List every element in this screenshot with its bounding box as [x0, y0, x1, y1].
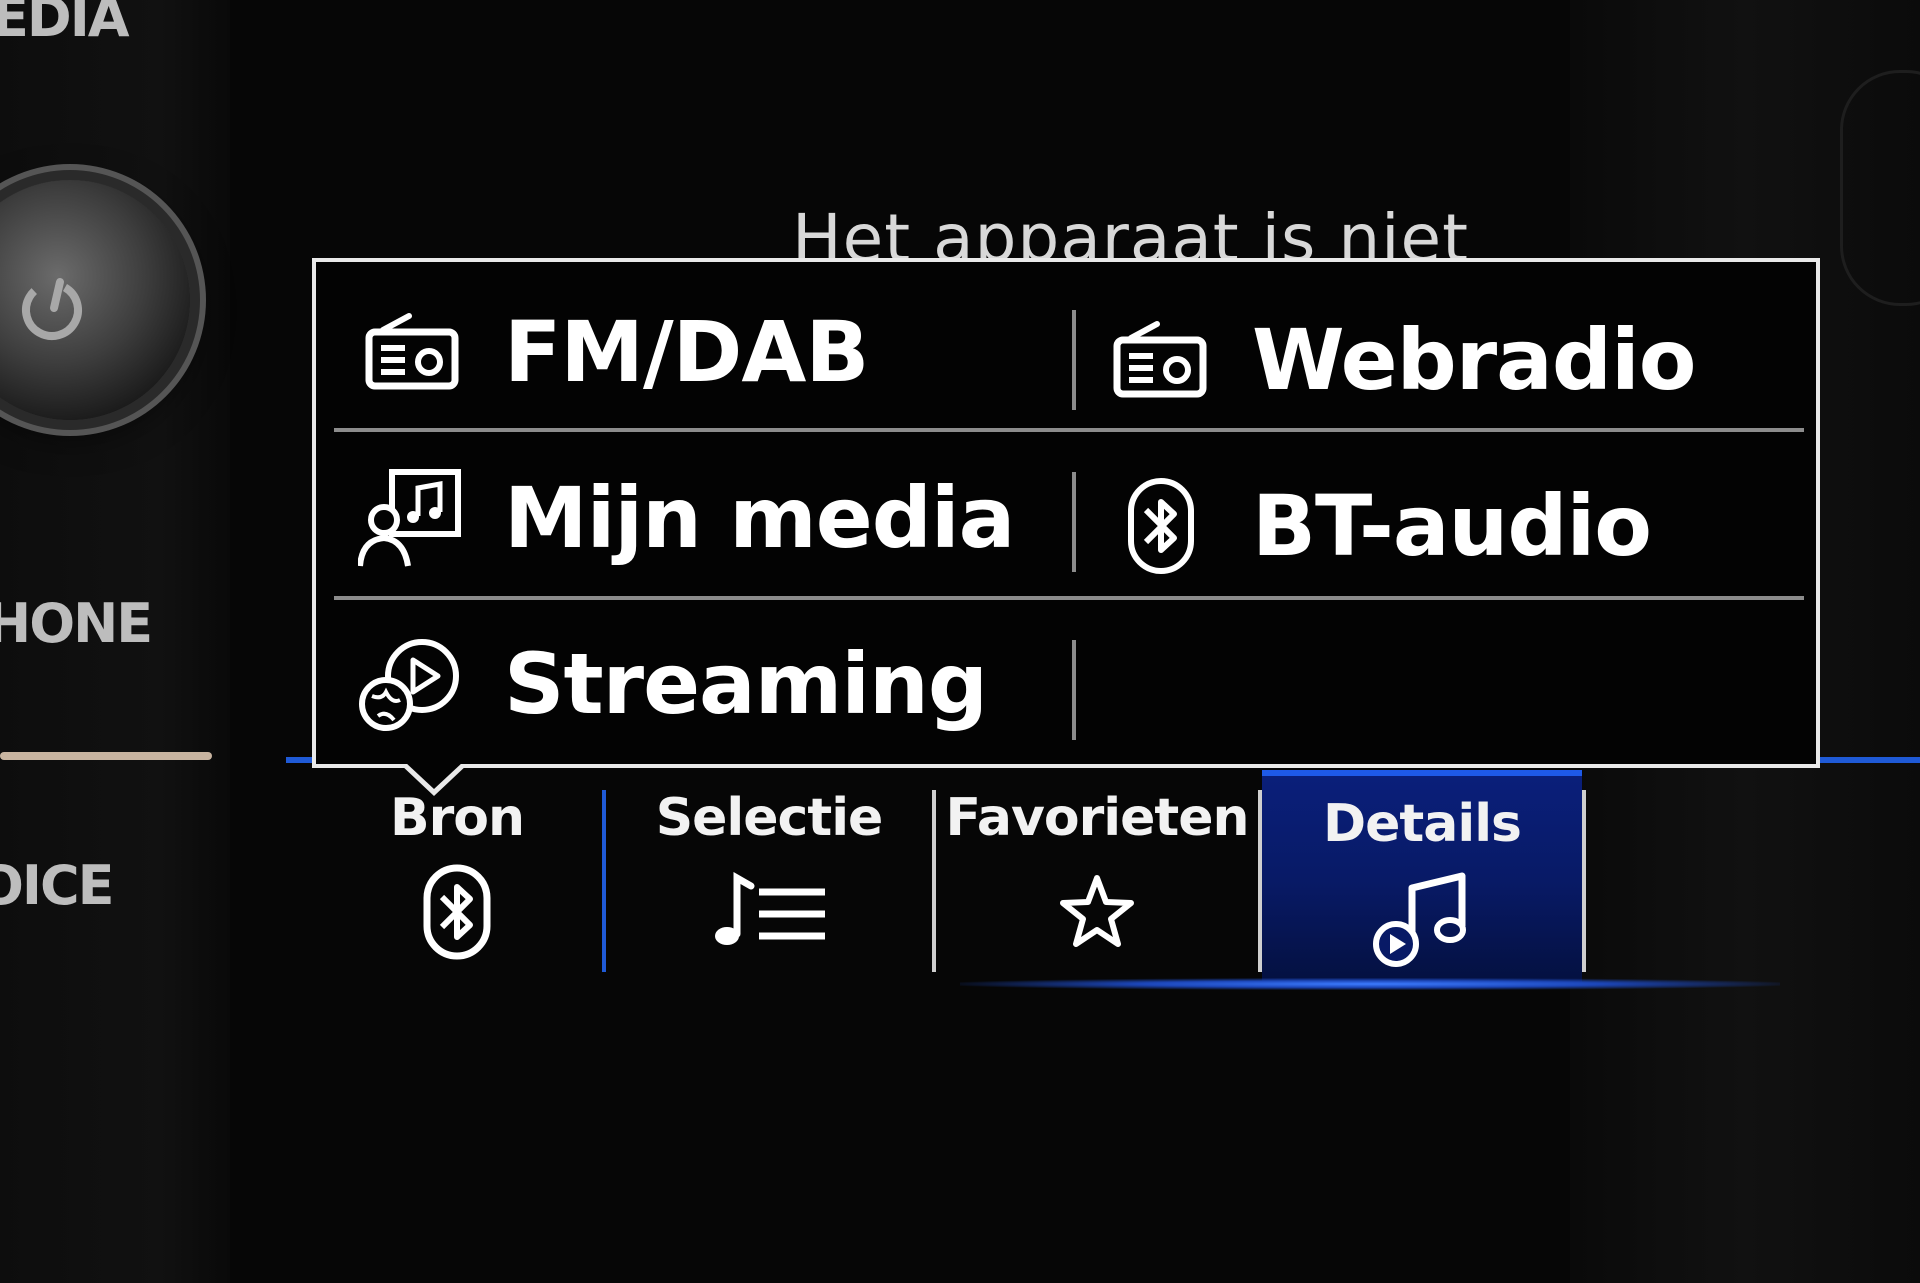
bluetooth-icon [1106, 471, 1216, 581]
source-menu-popup: FM/DAB Webradio Mijn media BT-audio Stre… [312, 258, 1820, 768]
source-item-mijn-media[interactable]: Mijn media [358, 438, 1058, 598]
user-music-icon [358, 463, 468, 573]
radio-icon [1106, 305, 1216, 415]
tab-details[interactable]: Details [1262, 770, 1582, 986]
tab-favorieten[interactable]: Favorieten [936, 770, 1258, 980]
source-item-label: Mijn media [504, 469, 1015, 567]
media-tab-bar: Bron Selectie Favorieten Details [312, 770, 1612, 986]
active-tab-glow [960, 978, 1780, 990]
tab-label: Favorieten [945, 788, 1249, 848]
source-item-label: BT-audio [1252, 477, 1652, 575]
power-icon [22, 278, 82, 341]
menu-col-divider [1072, 472, 1076, 572]
source-item-fm-dab[interactable]: FM/DAB [358, 272, 1058, 432]
source-item-bt-audio[interactable]: BT-audio [1106, 446, 1806, 606]
streaming-icon [358, 629, 468, 739]
tab-label: Details [1323, 794, 1522, 854]
radio-icon [358, 297, 468, 407]
left-bezel: EDIA HONE OICE [0, 0, 230, 1283]
tab-label: Bron [389, 788, 525, 848]
voice-hardkey-label[interactable]: OICE [0, 854, 115, 917]
source-item-webradio[interactable]: Webradio [1106, 280, 1806, 440]
source-item-streaming[interactable]: Streaming [358, 604, 1058, 764]
source-item-label: Streaming [504, 635, 988, 733]
bezel-slider-strip [0, 752, 212, 760]
tab-bron[interactable]: Bron [312, 770, 602, 980]
tab-bar-rule-right [1816, 757, 1920, 763]
phone-hardkey-label[interactable]: HONE [0, 592, 153, 655]
bluetooth-icon [422, 862, 492, 962]
star-icon [1057, 862, 1137, 962]
menu-col-divider [1072, 640, 1076, 740]
tab-label: Selectie [655, 788, 884, 848]
source-item-label: FM/DAB [504, 303, 869, 401]
music-note-play-icon [1372, 868, 1472, 968]
tab-selectie[interactable]: Selectie [606, 770, 932, 980]
tab-separator [1582, 790, 1586, 972]
close-icon [1840, 70, 1920, 306]
media-hardkey-label[interactable]: EDIA [0, 0, 130, 49]
source-item-label: Webradio [1252, 311, 1696, 409]
playlist-icon [709, 862, 829, 962]
menu-col-divider [1072, 310, 1076, 410]
power-volume-knob[interactable] [0, 180, 190, 420]
